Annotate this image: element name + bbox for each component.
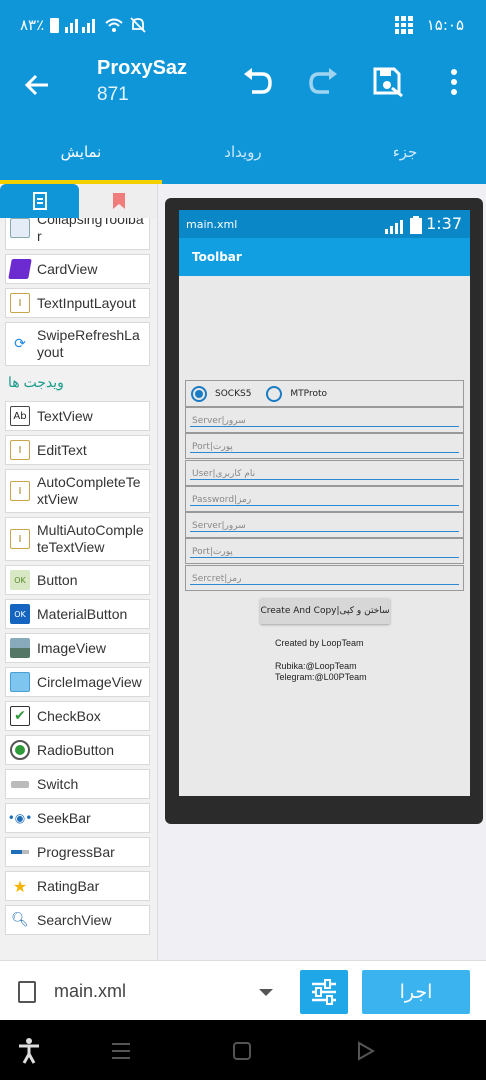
autocomplete-icon: I [10, 481, 30, 501]
palette-tab-widgets[interactable] [0, 184, 79, 218]
palette-item-ratingbar[interactable]: ★ RatingBar [5, 871, 150, 901]
star-icon: ★ [12, 876, 28, 896]
user-field[interactable]: User|نام کاربری [185, 460, 464, 486]
search-icon: 🔍︎ [11, 912, 29, 928]
palette-item-material-button[interactable]: OK MaterialButton [5, 599, 150, 629]
palette-item-textinput-layout[interactable]: I TextInputLayout [5, 288, 150, 318]
secret-field[interactable]: Sercret|رمز [185, 565, 464, 591]
save-icon[interactable] [370, 64, 406, 100]
palette-item-swipe-refresh[interactable]: ⟳ SwipeRefreshLayout [5, 322, 150, 366]
imageview-icon [10, 638, 30, 658]
back-icon[interactable] [352, 1038, 378, 1064]
device-signal-icon [385, 220, 403, 234]
material-button-icon: OK [10, 604, 30, 624]
recent-apps-icon[interactable] [108, 1038, 134, 1064]
radio-mtproto-label: MTProto [290, 388, 327, 399]
palette-item-autocomplete[interactable]: I AutoCompleteTextView [5, 469, 150, 513]
device-clock: 1:37 [426, 214, 462, 233]
server-field[interactable]: Server|سرور [185, 407, 464, 433]
palette-item-seekbar[interactable]: •◉• SeekBar [5, 803, 150, 833]
device-screen[interactable]: main.xml 1:37 Toolbar SOCKS5 MTProto Ser… [179, 210, 470, 796]
app-bar: ProxySaz 871 [0, 52, 486, 132]
redo-icon[interactable] [305, 64, 341, 100]
radio-mtproto[interactable] [266, 385, 283, 402]
palette-item-checkbox[interactable]: ✔ CheckBox [5, 701, 150, 731]
palette-item-multi-autocomplete[interactable]: I MultiAutoCompleteTextView [5, 517, 150, 561]
radio-socks5-label: SOCKS5 [215, 388, 252, 399]
undo-icon[interactable] [240, 64, 276, 100]
bottom-bar: main.xml اجرا [0, 960, 486, 1020]
rubika-contact: Rubika:@LoopTeam [275, 661, 357, 671]
tab-view[interactable]: نمایش [0, 132, 162, 188]
button-icon: OK [10, 570, 30, 590]
status-bar: ۸۳٪ ۱۵:۰۵ [0, 0, 486, 52]
battery-percent: ۸۳٪ [20, 16, 45, 34]
palette-item-radiobutton[interactable]: RadioButton [5, 735, 150, 765]
properties-button[interactable] [300, 970, 348, 1014]
palette-item-button[interactable]: OK Button [5, 565, 150, 595]
device-status-bar: main.xml 1:37 [179, 210, 470, 238]
system-nav-bar [0, 1020, 486, 1080]
palette-item-textview[interactable]: Ab TextView [5, 401, 150, 431]
signal-icon [65, 19, 96, 33]
back-arrow-icon[interactable] [22, 70, 56, 104]
tune-icon [312, 979, 336, 1005]
radiobutton-icon [10, 740, 30, 760]
collapsing-toolbar-icon [10, 218, 30, 238]
chevron-down-icon[interactable] [259, 989, 273, 996]
device-filename: main.xml [186, 218, 238, 231]
create-copy-button[interactable]: Create And Copy|ساختن و کپی [260, 598, 390, 624]
widget-palette: CollapsingToolbar CardView I TextInputLa… [0, 184, 158, 960]
refresh-icon: ⟳ [14, 336, 26, 352]
palette-item-switch[interactable]: Switch [5, 769, 150, 799]
palette-item-searchview[interactable]: 🔍︎ SearchView [5, 905, 150, 935]
mute-icon [130, 17, 146, 33]
device-toolbar: Toolbar [179, 238, 470, 276]
credits-text: Created by LoopTeam [275, 638, 364, 648]
more-vert-icon[interactable] [436, 64, 472, 100]
multi-autocomplete-icon: I [10, 529, 30, 549]
wifi-icon [105, 18, 123, 32]
radio-socks5[interactable] [191, 385, 207, 402]
palette-item-progressbar[interactable]: ProgressBar [5, 837, 150, 867]
proxy-type-radio-group: SOCKS5 MTProto [185, 380, 464, 407]
seekbar-icon: •◉• [7, 811, 33, 825]
widgets-section-title: ویدجت ها [8, 374, 64, 390]
palette-tab-bookmarks[interactable] [79, 184, 157, 218]
battery-icon [50, 17, 60, 33]
palette-item-circle-imageview[interactable]: CircleImageView [5, 667, 150, 697]
switch-icon [10, 774, 30, 794]
progressbar-icon [10, 842, 30, 862]
mtproto-server-field[interactable]: Server|سرور [185, 512, 464, 538]
password-field[interactable]: Password|رمز [185, 486, 464, 512]
file-selector[interactable]: main.xml [54, 981, 126, 1002]
port-field[interactable]: Port|پورت [185, 433, 464, 459]
palette-item-imageview[interactable]: ImageView [5, 633, 150, 663]
tab-component[interactable]: جزء [324, 132, 486, 184]
run-button[interactable]: اجرا [362, 970, 470, 1014]
phone-icon [18, 981, 36, 1003]
tab-event[interactable]: رویداد [162, 132, 324, 184]
bookmark-icon [112, 193, 125, 209]
textview-icon: Ab [10, 406, 30, 426]
widgets-icon [32, 192, 47, 210]
home-icon[interactable] [229, 1038, 255, 1064]
tab-bar: نمایش رویداد جزء [0, 132, 486, 188]
telegram-contact: Telegram:@L00PTeam [275, 672, 367, 682]
textinput-layout-icon: I [10, 293, 30, 313]
apps-grid-icon [394, 16, 413, 34]
clock: ۱۵:۰۵ [426, 16, 464, 34]
project-title: ProxySaz [97, 57, 188, 79]
cardview-icon [8, 259, 32, 279]
device-battery-icon [410, 216, 422, 234]
palette-item-edittext[interactable]: I EditText [5, 435, 150, 465]
mtproto-port-field[interactable]: Port|پورت [185, 538, 464, 564]
accessibility-icon[interactable] [16, 1038, 42, 1064]
circle-imageview-icon [10, 672, 30, 692]
edittext-icon: I [10, 440, 30, 460]
palette-item-cardview[interactable]: CardView [5, 254, 150, 284]
checkbox-icon: ✔ [10, 706, 30, 726]
project-id: 871 [97, 84, 129, 105]
